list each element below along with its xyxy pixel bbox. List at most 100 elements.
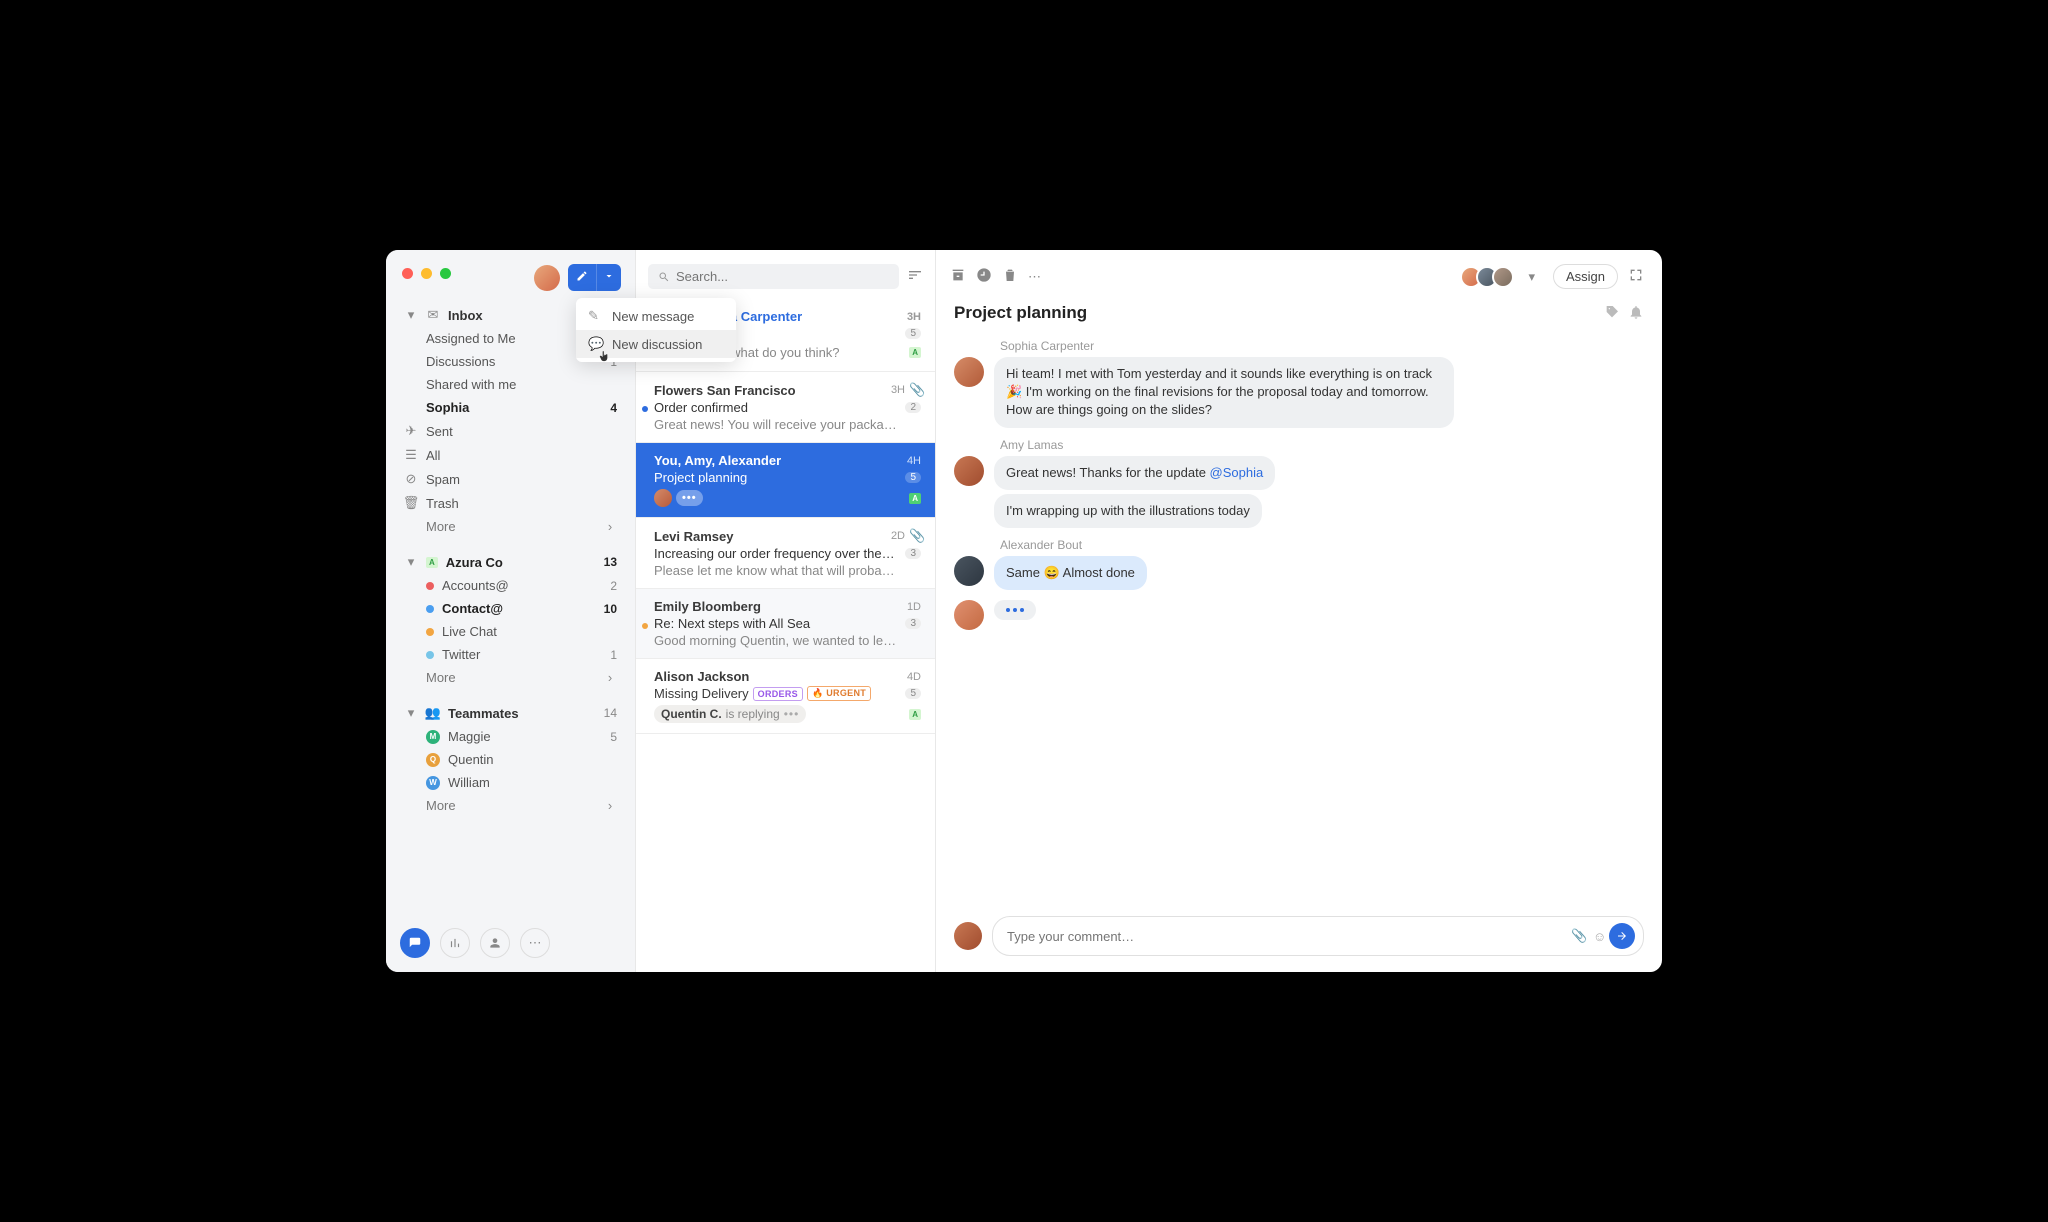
participants-dropdown[interactable]: ▾ [1528,269,1535,285]
sidebar-item-shared[interactable]: Shared with me [394,373,627,396]
window-close[interactable] [402,268,413,279]
emoji-icon[interactable]: ☺ [1593,929,1609,944]
delete-icon[interactable] [1002,267,1018,286]
message-bubble: Same 😄 Almost done [994,556,1147,590]
window-zoom[interactable] [440,268,451,279]
list-item-5[interactable]: Alison Jackson 4D Missing Delivery ORDER… [636,659,935,734]
list-items: …as › Sophia Carpenter 3H …se 5 @sophia … [636,299,935,972]
list-item-3[interactable]: Levi Ramsey 2D 📎 Increasing our order fr… [636,518,935,589]
message-author: Sophia Carpenter [1000,339,1644,353]
assign-button[interactable]: Assign [1553,264,1618,289]
sort-button[interactable] [907,267,923,286]
tag-orders: ORDERS [753,687,803,701]
list-item-from: You, Amy, Alexander [654,453,903,468]
participants-stack[interactable] [1466,266,1514,288]
sidebar-bottom-nav: ⋯ [386,914,635,972]
list-item-time: 3H [891,384,905,396]
attachment-icon: 📎 [909,528,921,544]
status-dot-icon [642,623,648,629]
nav-analytics-button[interactable] [440,928,470,958]
snooze-icon[interactable] [976,267,992,286]
message-group-1: Amy Lamas Great news! Thanks for the upd… [954,438,1644,528]
menu-new-message-label: New message [612,309,694,324]
menu-new-message[interactable]: ✎ New message [576,302,736,330]
sidebar-item-trash[interactable]: 🗑 Trash [394,491,627,515]
search-input[interactable] [676,269,889,284]
sidebar-item-azura[interactable]: ▾ A Azura Co 13 [394,550,627,574]
search-input-wrapper[interactable] [648,264,899,289]
teammate-avatar-w: W [426,776,440,790]
chevron-right-icon: › [603,670,617,685]
composer: 📎 ☺ [936,904,1662,972]
message-avatar[interactable] [954,556,984,586]
convo-toolbar: ⋯ ▾ Assign [936,250,1662,299]
nav-more-button[interactable]: ⋯ [520,928,550,958]
convo-title: Project planning [954,303,1596,323]
list-item-subject: Missing Delivery [654,686,749,701]
message-group-0: Sophia Carpenter Hi team! I met with Tom… [954,339,1644,428]
sidebar-item-maggie[interactable]: M Maggie 5 [394,725,627,748]
sidebar-item-twitter[interactable]: Twitter 1 [394,643,627,666]
sidebar-item-all[interactable]: ☰ All [394,443,627,467]
teammate-avatar-m: M [426,730,440,744]
sidebar-item-teammates[interactable]: ▾ 👥 Teammates 14 [394,701,627,725]
list-item-preview: Great news! You will receive your packa… [654,417,921,432]
composer-box[interactable]: 📎 ☺ [992,916,1644,956]
sidebar-item-william[interactable]: W William [394,771,627,794]
compose-dropdown-toggle[interactable] [596,264,621,291]
assignee-badge: A [909,347,921,358]
list-item-4[interactable]: Emily Bloomberg 1D Re: Next steps with A… [636,589,935,659]
current-user-avatar[interactable] [534,265,560,291]
typing-indicator [994,600,1036,620]
sidebar-teammates-section: ▾ 👥 Teammates 14 M Maggie 5 Q Quentin W … [386,695,635,823]
sidebar-item-spam[interactable]: ⊘ Spam [394,467,627,491]
sidebar-item-accounts[interactable]: Accounts@ 2 [394,574,627,597]
more-typing-pill: ••• [676,490,703,506]
window-minimize[interactable] [421,268,432,279]
list-item-subject: Increasing our order frequency over the… [654,546,899,561]
compose-icon [568,264,596,291]
composer-input[interactable] [1007,929,1565,944]
replying-pill: Quentin C. is replying ••• [654,705,806,723]
bell-icon[interactable] [1628,304,1644,323]
list-item-subject: Order confirmed [654,400,899,415]
message-avatar[interactable] [954,456,984,486]
search-icon [658,271,670,283]
send-button[interactable] [1609,923,1635,949]
list-item-1[interactable]: Flowers San Francisco 3H 📎 Order confirm… [636,372,935,443]
list-item-count: 3 [905,548,921,559]
unread-dot-icon [642,406,648,412]
sidebar-item-sophia[interactable]: Sophia 4 [394,396,627,419]
nav-contacts-button[interactable] [480,928,510,958]
compose-button[interactable] [568,264,621,291]
message-avatar[interactable] [954,600,984,630]
attachment-icon[interactable]: 📎 [1571,928,1587,944]
tag-icon[interactable] [1604,304,1620,323]
list-item-time: 1D [907,601,921,613]
archive-icon[interactable] [950,267,966,286]
more-icon: ⋯ [529,935,542,951]
sidebar-item-more-3[interactable]: More › [394,794,627,817]
sidebar-item-livechat[interactable]: Live Chat [394,620,627,643]
message-bubble: I'm wrapping up with the illustrations t… [994,494,1262,528]
list-item-count: 5 [905,328,921,339]
list-item-2-selected[interactable]: You, Amy, Alexander 4H Project planning … [636,443,935,518]
chevron-right-icon: › [603,798,617,813]
chevron-down-icon: ▾ [404,307,418,323]
sidebar-item-more-1[interactable]: More › [394,515,627,538]
message-avatar[interactable] [954,357,984,387]
chevron-down-icon: ▾ [404,705,418,721]
more-icon[interactable]: ⋯ [1028,269,1044,285]
expand-icon[interactable] [1628,267,1644,286]
spam-icon: ⊘ [404,471,418,487]
assignee-badge: A [909,493,921,504]
sidebar-item-quentin[interactable]: Q Quentin [394,748,627,771]
participant-avatar [1492,266,1514,288]
sidebar-item-more-2[interactable]: More › [394,666,627,689]
sidebar-item-sent[interactable]: ✈ Sent [394,419,627,443]
chevron-down-icon: ▾ [404,554,418,570]
sidebar-item-contact[interactable]: Contact@ 10 [394,597,627,620]
list-item-time: 2D [891,530,905,542]
nav-inbox-button[interactable] [400,928,430,958]
dot-orange-icon [426,628,434,636]
